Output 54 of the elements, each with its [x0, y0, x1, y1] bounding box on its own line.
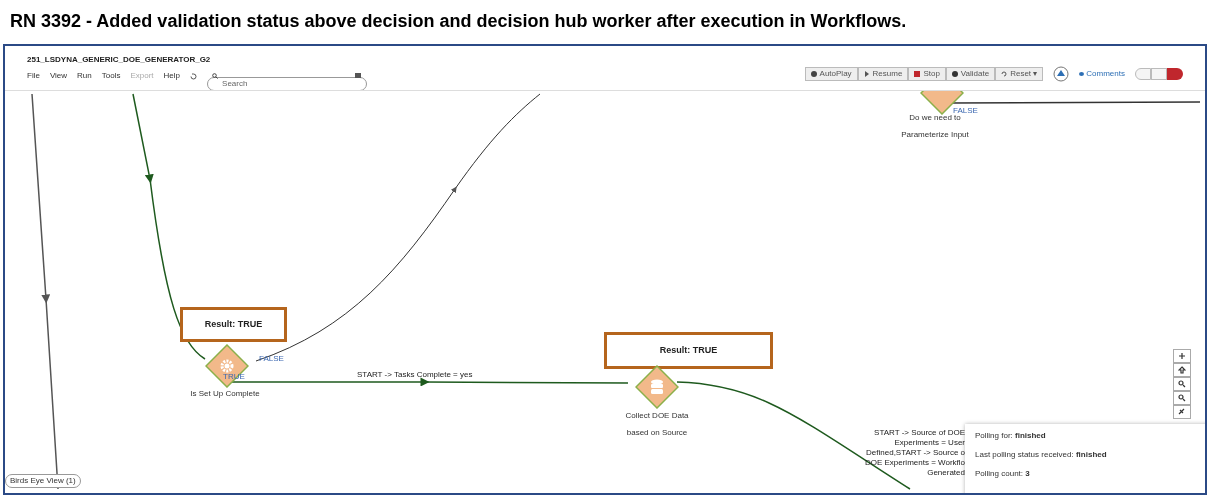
edge-label: Experiments = User	[894, 438, 965, 448]
slide-title: RN 3392 - Added validation status above decision and decision hub worker after execution in Workflows.	[9, 10, 908, 33]
gear-icon	[220, 359, 234, 373]
menu-item[interactable]: Help	[163, 70, 181, 82]
resume-icon	[863, 71, 870, 77]
play-icon	[810, 71, 817, 77]
toolbar-button[interactable]: Reset ▾	[995, 67, 1044, 81]
menu-item[interactable]: File	[27, 70, 40, 82]
polling-text: Polling count: 3	[975, 468, 1031, 480]
toolbar-button[interactable]: Validate	[945, 67, 996, 81]
plus-icon	[1178, 352, 1186, 360]
expand-icon	[1178, 408, 1186, 416]
undo-icon[interactable]	[190, 72, 198, 80]
polling-text: Last polling status received: finished	[975, 449, 1108, 461]
zoom-control[interactable]	[1173, 363, 1191, 377]
node-label: Is Set Up Complete	[190, 388, 260, 400]
result-status: Result: TRUE	[604, 332, 773, 369]
node-label: Collect DOE Data	[625, 410, 689, 422]
search-icon	[212, 73, 219, 79]
menu-item[interactable]: Tools	[101, 70, 121, 82]
check-icon	[951, 71, 958, 77]
toolbar-button[interactable]: Resume	[857, 67, 909, 81]
edge-label: START -> Tasks Complete = yes	[357, 370, 474, 380]
menu-item[interactable]: Run	[77, 70, 92, 82]
birds-eye-button[interactable]: Birds Eye View (1)	[5, 474, 81, 488]
comments-button[interactable]: Comments	[1079, 68, 1125, 80]
comment-icon	[1079, 72, 1085, 76]
reset-icon	[1001, 71, 1008, 77]
logo-icon[interactable]	[1053, 66, 1070, 82]
zoom-out-icon	[1178, 394, 1186, 402]
result-status: Result: TRUE	[180, 307, 287, 342]
zoom-control[interactable]	[1173, 377, 1191, 391]
zoom-in-icon	[1178, 380, 1186, 388]
node-label: based on Source	[626, 427, 688, 439]
edge-label: Generated	[927, 468, 965, 478]
polling-text: Polling for: finished	[975, 430, 1047, 442]
keyboard-icon	[355, 73, 362, 78]
menu-item[interactable]: View	[49, 70, 68, 82]
database-icon	[650, 379, 664, 395]
branch-label: FALSE	[953, 105, 978, 115]
home-icon	[1178, 366, 1186, 374]
zoom-control[interactable]	[1173, 405, 1191, 419]
edge-label: Defined,START -> Source o	[866, 448, 965, 458]
node-label: Do we need to	[909, 113, 961, 124]
node-label: Parameterize Input	[901, 129, 969, 141]
branch-label: FALSE	[259, 353, 284, 365]
edge-label: START -> Source of DOE	[874, 428, 965, 438]
toolbar-button[interactable]: Stop	[908, 67, 946, 81]
close-button[interactable]	[1167, 68, 1183, 80]
toolbar-button[interactable]: AutoPlay	[804, 67, 858, 81]
stop-icon	[914, 71, 921, 77]
decision-node[interactable]	[205, 344, 249, 388]
workflow-title: 251_LSDYNA_GENERIC_DOE_GENERATOR_G2	[27, 54, 212, 66]
zoom-control[interactable]	[1173, 391, 1191, 405]
